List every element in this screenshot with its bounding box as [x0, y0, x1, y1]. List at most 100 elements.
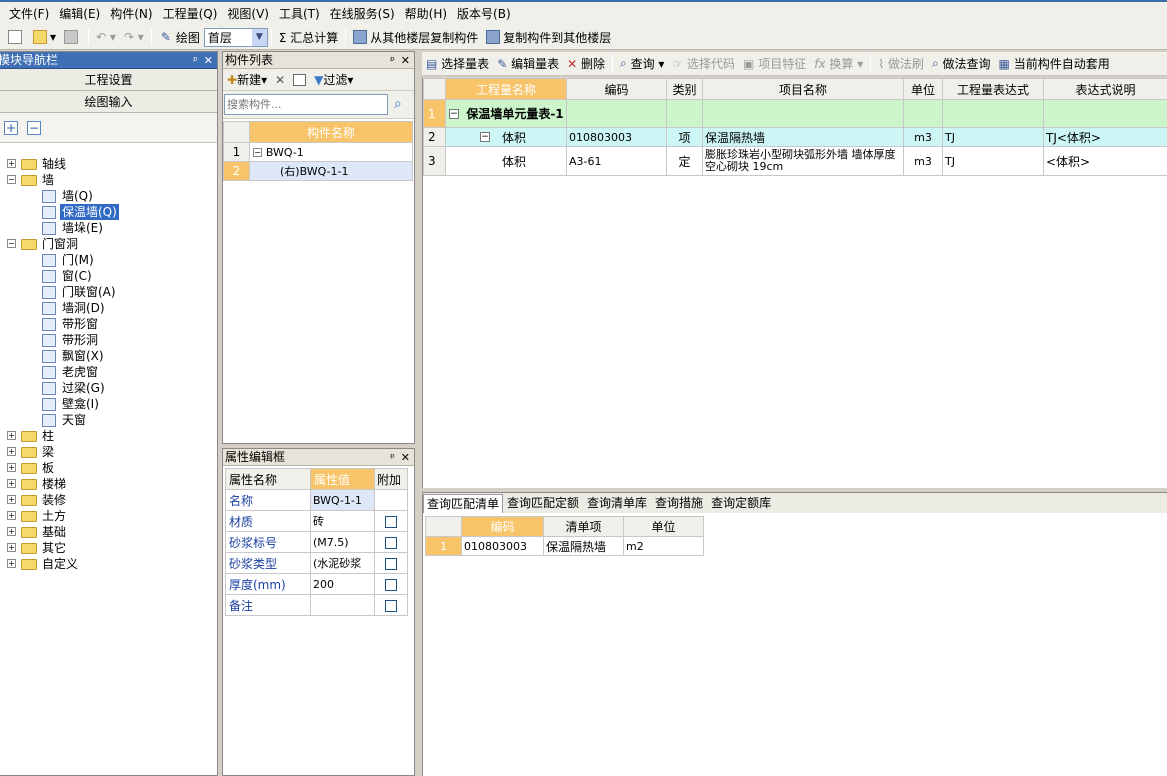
- property-row[interactable]: 材质砖: [225, 510, 408, 532]
- expression-header[interactable]: 工程量表达式: [942, 78, 1044, 100]
- tree-item[interactable]: + 装修: [0, 492, 217, 508]
- copy-from-floor-button[interactable]: 从其他楼层复制构件: [349, 27, 482, 48]
- new-file-button[interactable]: [4, 27, 29, 48]
- expand-all-icon[interactable]: +: [4, 121, 18, 135]
- expression-desc-cell[interactable]: [1043, 99, 1167, 128]
- convert-button[interactable]: fx 换算 ▾: [810, 53, 867, 74]
- property-row[interactable]: 砂浆标号 (M7.5): [225, 531, 408, 553]
- expression-cell[interactable]: TJ: [942, 146, 1044, 176]
- menu-item[interactable]: 帮助(H): [400, 4, 452, 24]
- sum-calc-button[interactable]: Σ 汇总计算: [275, 27, 342, 48]
- copy-component-button[interactable]: [289, 69, 310, 90]
- menu-item[interactable]: 文件(F): [4, 4, 54, 24]
- pin-icon[interactable]: ᵖ: [390, 449, 395, 465]
- select-table-button[interactable]: ▤ 选择量表: [422, 53, 493, 74]
- property-row[interactable]: 名称 BWQ-1-1: [225, 489, 408, 511]
- tree-item[interactable]: 墙垛(E): [0, 220, 217, 236]
- type-cell[interactable]: [666, 99, 703, 128]
- save-button[interactable]: [60, 27, 85, 48]
- auto-apply-button[interactable]: ▦ 当前构件自动套用: [995, 53, 1114, 74]
- search-icon[interactable]: ⌕: [394, 96, 402, 112]
- tree-item[interactable]: 窗(C): [0, 268, 217, 284]
- type-cell[interactable]: 项: [666, 127, 703, 147]
- expand-icon[interactable]: +: [7, 543, 16, 552]
- property-value[interactable]: 砖: [310, 510, 375, 532]
- collapse-icon[interactable]: −: [7, 175, 16, 184]
- copy-to-floor-button[interactable]: 复制构件到其他楼层: [482, 27, 615, 48]
- query-tab[interactable]: 查询匹配定额: [503, 493, 583, 513]
- open-file-button[interactable]: ▾: [29, 27, 60, 48]
- property-value[interactable]: [310, 594, 375, 616]
- type-cell[interactable]: 定: [666, 146, 703, 176]
- menu-item[interactable]: 编辑(E): [54, 4, 105, 24]
- project-feature-button[interactable]: ▣ 项目特征: [739, 53, 810, 74]
- unit-header[interactable]: 单位: [903, 78, 943, 100]
- code-cell[interactable]: [566, 99, 667, 128]
- method-brush-button[interactable]: ⌇ 做法刷: [874, 53, 928, 74]
- tree-item[interactable]: 带形窗: [0, 316, 217, 332]
- table-row[interactable]: 1− BWQ-1: [223, 142, 413, 162]
- item-name-header[interactable]: 项目名称: [702, 78, 904, 100]
- table-row[interactable]: 2 − 体积 010803003 项 保温隔热墙 m3 TJ TJ<体积>: [423, 127, 1167, 147]
- tree-item[interactable]: + 其它: [0, 540, 217, 556]
- tree-item[interactable]: + 轴线: [0, 156, 217, 172]
- collapse-icon[interactable]: −: [253, 148, 262, 157]
- item-name-cell[interactable]: 保温隔热墙: [702, 127, 904, 147]
- collapse-icon[interactable]: −: [480, 132, 490, 142]
- tree-item[interactable]: − 墙: [0, 172, 217, 188]
- collapse-icon[interactable]: −: [449, 109, 459, 119]
- query-tab[interactable]: 查询清单库: [583, 493, 651, 513]
- tree-item[interactable]: 老虎窗: [0, 364, 217, 380]
- item-name-cell[interactable]: [702, 99, 904, 128]
- tree-item[interactable]: 门联窗(A): [0, 284, 217, 300]
- tree-item[interactable]: 壁龛(I): [0, 396, 217, 412]
- quantity-name-header[interactable]: 工程量名称: [445, 78, 567, 100]
- expand-icon[interactable]: +: [7, 463, 16, 472]
- component-name-cell[interactable]: (右)BWQ-1-1: [249, 161, 413, 181]
- quantity-name-cell[interactable]: − 保温墙单元量表-1: [445, 99, 567, 128]
- extra-checkbox[interactable]: [385, 557, 397, 570]
- table-row[interactable]: 2 (右)BWQ-1-1: [223, 161, 413, 181]
- property-row[interactable]: 厚度(mm) 200: [225, 573, 408, 595]
- quantity-name-cell[interactable]: 体积: [445, 146, 567, 176]
- tree-item[interactable]: 过梁(G): [0, 380, 217, 396]
- tree-item[interactable]: 飘窗(X): [0, 348, 217, 364]
- new-component-button[interactable]: ✚ 新建 ▾: [223, 69, 271, 90]
- property-row[interactable]: 砂浆类型 (水泥砂浆: [225, 552, 408, 574]
- edit-table-button[interactable]: ✎ 编辑量表: [493, 53, 563, 74]
- query-tab[interactable]: 查询匹配清单: [423, 494, 504, 513]
- delete-button[interactable]: ✕ 删除: [563, 53, 609, 74]
- quantity-name-cell[interactable]: − 体积: [445, 127, 567, 147]
- expression-desc-cell[interactable]: TJ<体积>: [1043, 127, 1167, 147]
- match-code-cell[interactable]: 010803003: [461, 536, 544, 556]
- tree-item[interactable]: 天窗: [0, 412, 217, 428]
- close-icon[interactable]: ✕: [401, 52, 410, 68]
- expand-icon[interactable]: +: [7, 527, 16, 536]
- query-tab[interactable]: 查询措施: [651, 493, 707, 513]
- menu-item[interactable]: 工具(T): [274, 4, 325, 24]
- match-code-header[interactable]: 编码: [461, 516, 544, 537]
- tree-item[interactable]: + 梁: [0, 444, 217, 460]
- tree-item[interactable]: + 柱: [0, 428, 217, 444]
- tree-item[interactable]: + 基础: [0, 524, 217, 540]
- property-row[interactable]: 备注: [225, 594, 408, 616]
- expand-icon[interactable]: +: [7, 511, 16, 520]
- expression-desc-cell[interactable]: <体积>: [1043, 146, 1167, 176]
- code-header[interactable]: 编码: [566, 78, 667, 100]
- drawing-input-button[interactable]: 绘图输入: [0, 91, 217, 113]
- code-cell[interactable]: A3-61: [566, 146, 667, 176]
- select-code-button[interactable]: ☞ 选择代码: [668, 53, 739, 74]
- extra-checkbox[interactable]: [385, 578, 397, 591]
- table-row[interactable]: 1 − 保温墙单元量表-1: [423, 99, 1167, 128]
- unit-cell[interactable]: m3: [903, 127, 943, 147]
- expand-icon[interactable]: +: [7, 559, 16, 568]
- expand-icon[interactable]: +: [7, 447, 16, 456]
- component-name-header[interactable]: 构件名称: [249, 121, 413, 143]
- property-value[interactable]: (M7.5): [310, 531, 375, 553]
- code-cell[interactable]: 010803003: [566, 127, 667, 147]
- tree-item[interactable]: 保温墙(Q): [0, 204, 217, 220]
- extra-checkbox[interactable]: [385, 536, 397, 549]
- property-value[interactable]: (水泥砂浆: [310, 552, 375, 574]
- match-unit-cell[interactable]: m2: [623, 536, 704, 556]
- menu-item[interactable]: 构件(N): [105, 4, 157, 24]
